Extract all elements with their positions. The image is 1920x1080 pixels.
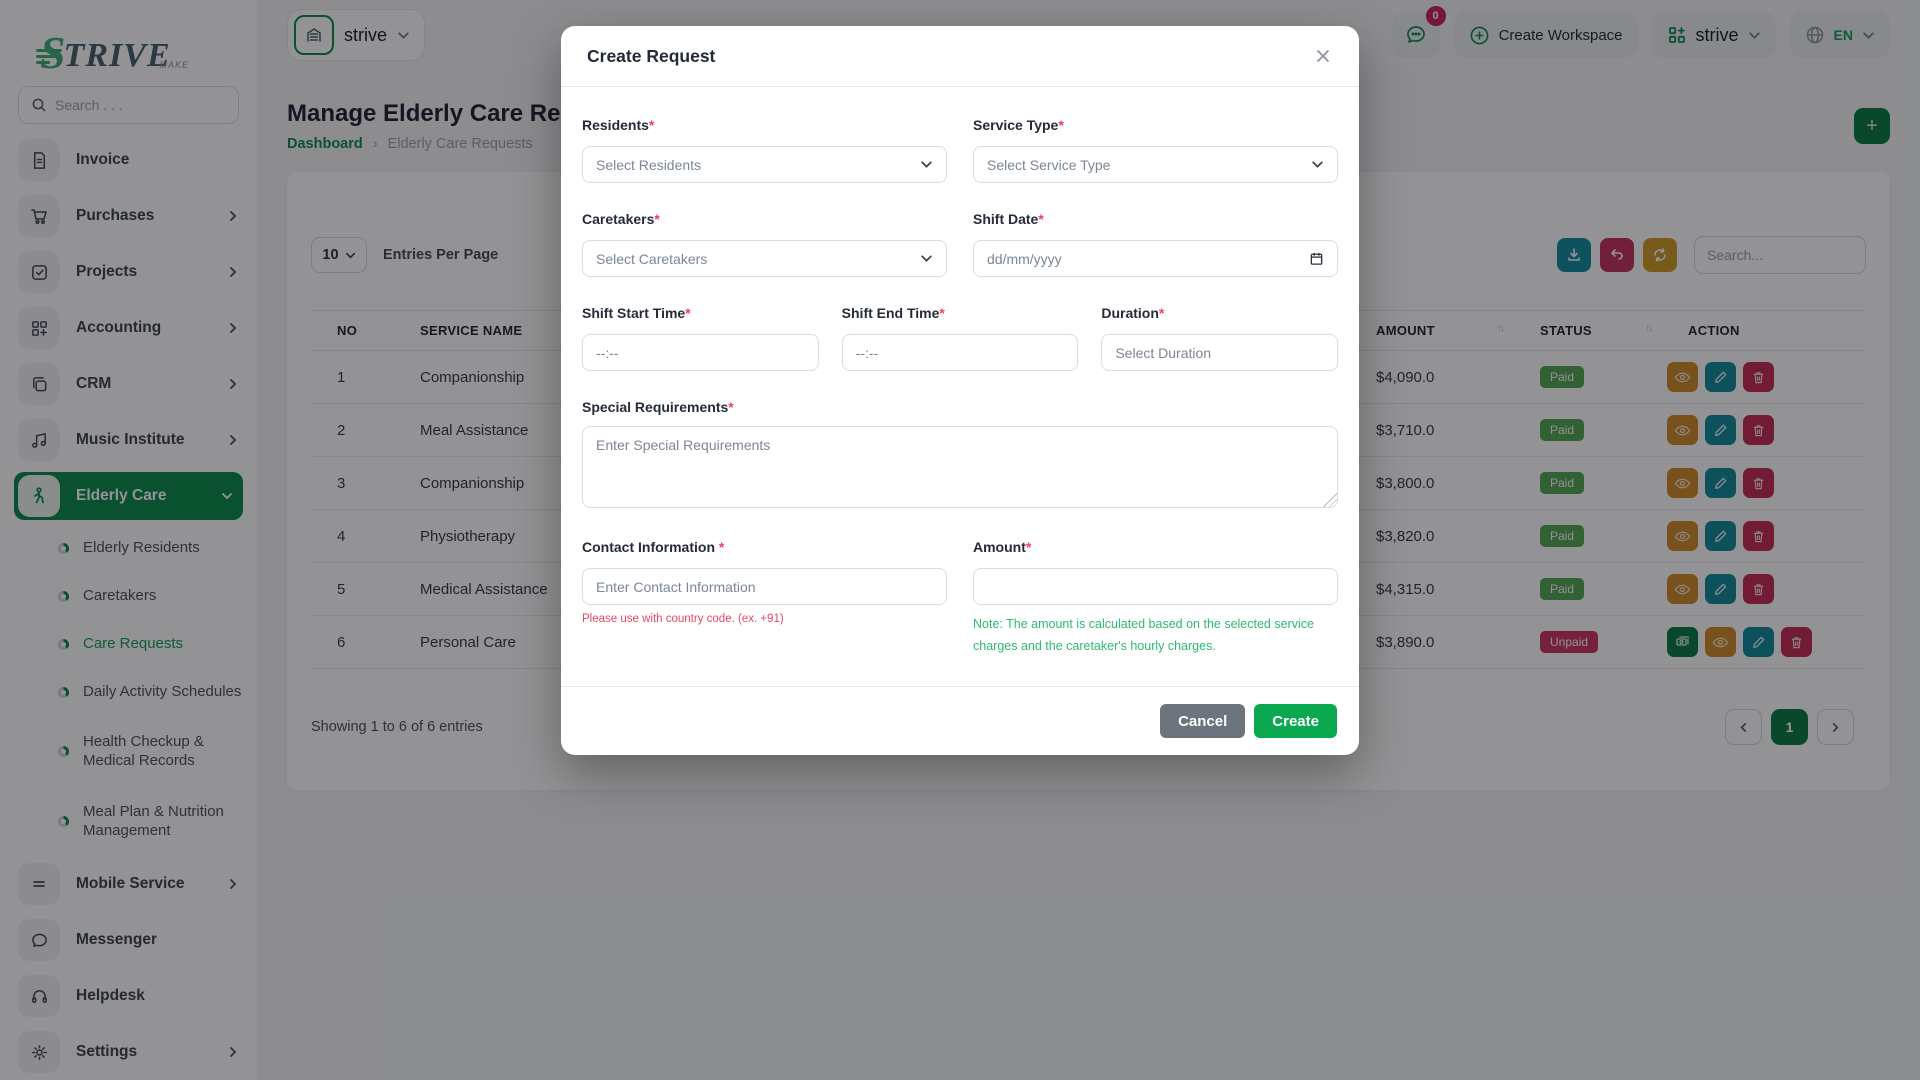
duration-input[interactable] <box>1101 334 1338 371</box>
shift-end-time-label: Shift End Time* <box>842 305 1079 321</box>
duration-label: Duration* <box>1101 305 1338 321</box>
contact-information-label: Contact Information * <box>582 539 947 555</box>
caretakers-select[interactable]: Select Caretakers <box>582 240 947 277</box>
shift-start-time-label: Shift Start Time* <box>582 305 819 321</box>
chevron-down-icon <box>1311 158 1324 171</box>
contact-information-input[interactable] <box>582 568 947 605</box>
service-type-label: Service Type* <box>973 117 1338 133</box>
service-type-select[interactable]: Select Service Type <box>973 146 1338 183</box>
special-requirements-label: Special Requirements* <box>582 399 1338 415</box>
chevron-down-icon <box>920 252 933 265</box>
contact-help-text: Please use with country code. (ex. +91) <box>582 613 947 625</box>
create-request-modal: Create Request Residents* Select Residen… <box>561 26 1359 755</box>
shift-date-label: Shift Date* <box>973 211 1338 227</box>
close-icon[interactable] <box>1309 42 1337 70</box>
caretakers-label: Caretakers* <box>582 211 947 227</box>
shift-start-time-input[interactable] <box>582 334 819 371</box>
cancel-button[interactable]: Cancel <box>1160 704 1245 738</box>
chevron-down-icon <box>920 158 933 171</box>
calendar-icon <box>1309 251 1324 266</box>
amount-label: Amount* <box>973 539 1338 555</box>
special-requirements-textarea[interactable] <box>582 426 1338 508</box>
residents-select[interactable]: Select Residents <box>582 146 947 183</box>
modal-title: Create Request <box>587 46 715 67</box>
amount-input[interactable] <box>973 568 1338 605</box>
shift-date-input[interactable]: dd/mm/yyyy <box>973 240 1338 277</box>
residents-label: Residents* <box>582 117 947 133</box>
create-button[interactable]: Create <box>1254 704 1337 738</box>
amount-note-text: Note: The amount is calculated based on … <box>973 614 1338 658</box>
shift-end-time-input[interactable] <box>842 334 1079 371</box>
